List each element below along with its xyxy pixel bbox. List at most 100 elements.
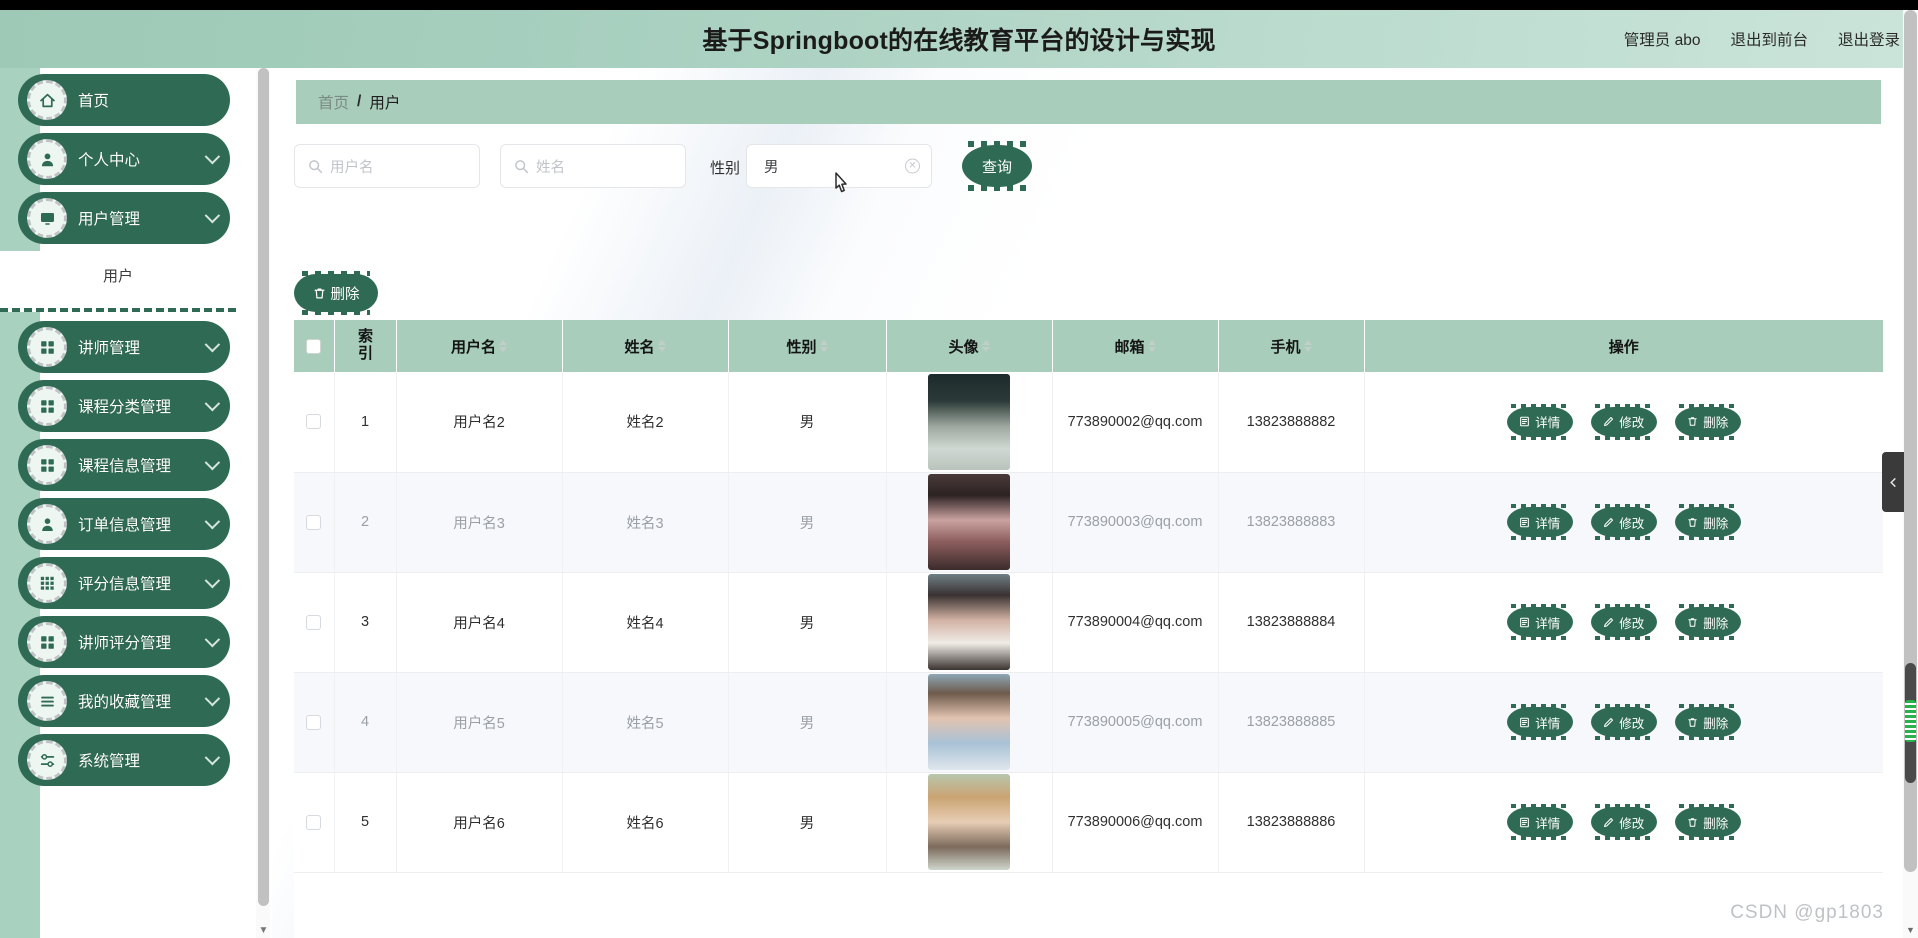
search-username-input[interactable]: 用户名 xyxy=(294,144,480,188)
exit-to-frontend-link[interactable]: 退出到前台 xyxy=(1730,28,1808,50)
cell-username: 用户名6 xyxy=(396,772,563,873)
row-trash-button[interactable]: 删除 xyxy=(1674,707,1741,737)
sidebar-item-6[interactable]: 订单信息管理 xyxy=(18,498,230,550)
breadcrumb-home[interactable]: 首页 xyxy=(318,91,349,113)
avatar[interactable] xyxy=(928,373,1010,470)
sort-icon[interactable] xyxy=(1147,340,1156,352)
select-all-checkbox[interactable] xyxy=(306,339,322,355)
chevron-down-icon xyxy=(204,572,221,589)
trash-icon xyxy=(1688,717,1697,727)
row-checkbox[interactable] xyxy=(306,414,322,430)
sidebar-item-label: 我的收藏管理 xyxy=(78,694,172,711)
chevron-down-icon xyxy=(204,631,221,648)
row-detail-button[interactable]: 详情 xyxy=(1506,507,1573,537)
cell-email: 773890005@qq.com xyxy=(1052,672,1219,773)
row-trash-button[interactable]: 删除 xyxy=(1674,507,1741,537)
row-detail-button[interactable]: 详情 xyxy=(1506,707,1573,737)
sidebar-collapse-handle[interactable] xyxy=(1882,452,1904,512)
row-checkbox-cell xyxy=(294,672,335,773)
sidebar-item-label: 讲师评分管理 xyxy=(78,635,172,652)
row-trash-button[interactable]: 删除 xyxy=(1674,406,1741,437)
avatar[interactable] xyxy=(928,474,1010,570)
row-edit-button[interactable]: 修改 xyxy=(1590,406,1657,437)
home-icon xyxy=(27,80,67,120)
sidebar-item-3[interactable]: 讲师管理 xyxy=(18,321,230,373)
current-user-label: 管理员 abo xyxy=(1623,32,1701,49)
page-scroll-down-arrow[interactable]: ▼ xyxy=(1905,925,1916,936)
user-icon xyxy=(27,139,67,179)
table-header-email[interactable]: 邮箱 xyxy=(1052,320,1219,372)
sort-icon[interactable] xyxy=(981,340,990,352)
sidebar-submenu-item-0[interactable]: 用户 xyxy=(0,261,236,296)
cell-actions: 详情 修改 删除 xyxy=(1364,372,1883,473)
row-checkbox[interactable] xyxy=(306,714,322,730)
avatar[interactable] xyxy=(928,774,1010,870)
sidebar-scrollbar-thumb[interactable] xyxy=(258,68,269,906)
row-edit-button[interactable]: 修改 xyxy=(1590,807,1657,837)
table-header-username[interactable]: 用户名 xyxy=(396,320,563,372)
cell-username: 用户名2 xyxy=(396,372,563,473)
cell-index: 4 xyxy=(334,672,397,773)
sidebar-scroll-down-arrow[interactable]: ▼ xyxy=(258,925,269,936)
sidebar-item-1[interactable]: 个人中心 xyxy=(18,133,230,185)
sort-icon[interactable] xyxy=(1303,340,1312,352)
row-action-label: 删除 xyxy=(1703,816,1729,831)
cell-phone: 13823888885 xyxy=(1218,672,1365,773)
sort-icon[interactable] xyxy=(819,340,828,352)
table-row: 2 用户名3 姓名3 男 773890003@qq.com 13823888883 详情 修改… xyxy=(294,472,1883,573)
row-edit-button[interactable]: 修改 xyxy=(1590,607,1657,637)
sidebar-item-9[interactable]: 我的收藏管理 xyxy=(18,675,230,727)
avatar[interactable] xyxy=(928,674,1010,770)
table-header-actions: 操作 xyxy=(1364,320,1883,372)
row-trash-button[interactable]: 删除 xyxy=(1674,607,1741,637)
row-action-label: 修改 xyxy=(1619,516,1645,531)
sidebar-item-10[interactable]: 系统管理 xyxy=(18,734,230,786)
table-header-index: 索引 xyxy=(334,320,397,372)
sidebar-item-7[interactable]: 评分信息管理 xyxy=(18,557,230,609)
search-realname-input[interactable]: 姓名 xyxy=(500,144,686,188)
cell-avatar xyxy=(886,672,1053,773)
sidebar-item-5[interactable]: 课程信息管理 xyxy=(18,439,230,491)
query-button[interactable]: 查询 xyxy=(962,145,1032,187)
bulk-delete-label: 删除 xyxy=(330,286,360,303)
table-header-phone[interactable]: 手机 xyxy=(1218,320,1365,372)
clear-icon[interactable]: ✕ xyxy=(905,158,920,174)
cell-username: 用户名3 xyxy=(396,472,563,573)
sort-icon[interactable] xyxy=(657,340,666,352)
row-detail-button[interactable]: 详情 xyxy=(1506,807,1573,837)
row-edit-button[interactable]: 修改 xyxy=(1590,507,1657,537)
table-header-realname[interactable]: 姓名 xyxy=(562,320,729,372)
row-checkbox[interactable] xyxy=(306,514,322,530)
cell-actions: 详情 修改 删除 xyxy=(1364,572,1883,673)
sidebar-item-2[interactable]: 用户管理 xyxy=(18,192,230,244)
row-detail-button[interactable]: 详情 xyxy=(1506,406,1573,437)
cell-index: 1 xyxy=(334,372,397,473)
search-username-placeholder: 用户名 xyxy=(330,159,374,176)
table-header-gender[interactable]: 性别 xyxy=(728,320,887,372)
row-action-label: 删除 xyxy=(1703,616,1729,631)
row-checkbox[interactable] xyxy=(306,814,322,830)
avatar[interactable] xyxy=(928,574,1010,670)
grid4-icon xyxy=(27,622,67,662)
gender-select-value: 男 xyxy=(764,159,779,176)
bulk-delete-button[interactable]: 删除 xyxy=(294,274,378,312)
table-header-label: 头像 xyxy=(948,338,979,356)
row-checkbox[interactable] xyxy=(306,614,322,630)
table-header-label: 邮箱 xyxy=(1114,338,1145,356)
row-trash-button[interactable]: 删除 xyxy=(1674,807,1741,837)
sidebar-item-8[interactable]: 讲师评分管理 xyxy=(18,616,230,668)
edit-icon xyxy=(1604,817,1614,827)
sidebar-item-label: 订单信息管理 xyxy=(78,517,172,534)
logout-link[interactable]: 退出登录 xyxy=(1838,28,1900,50)
sidebar-item-0[interactable]: 首页 xyxy=(18,74,230,126)
row-action-label: 详情 xyxy=(1535,516,1561,531)
sort-icon[interactable] xyxy=(499,340,507,352)
table-header-avatar[interactable]: 头像 xyxy=(886,320,1053,372)
sidebar-item-label: 个人中心 xyxy=(78,152,141,169)
row-action-label: 删除 xyxy=(1703,416,1729,431)
cell-avatar xyxy=(886,772,1053,873)
row-action-label: 修改 xyxy=(1619,616,1645,631)
row-edit-button[interactable]: 修改 xyxy=(1590,707,1657,737)
row-detail-button[interactable]: 详情 xyxy=(1506,607,1573,637)
sidebar-item-4[interactable]: 课程分类管理 xyxy=(18,380,230,432)
